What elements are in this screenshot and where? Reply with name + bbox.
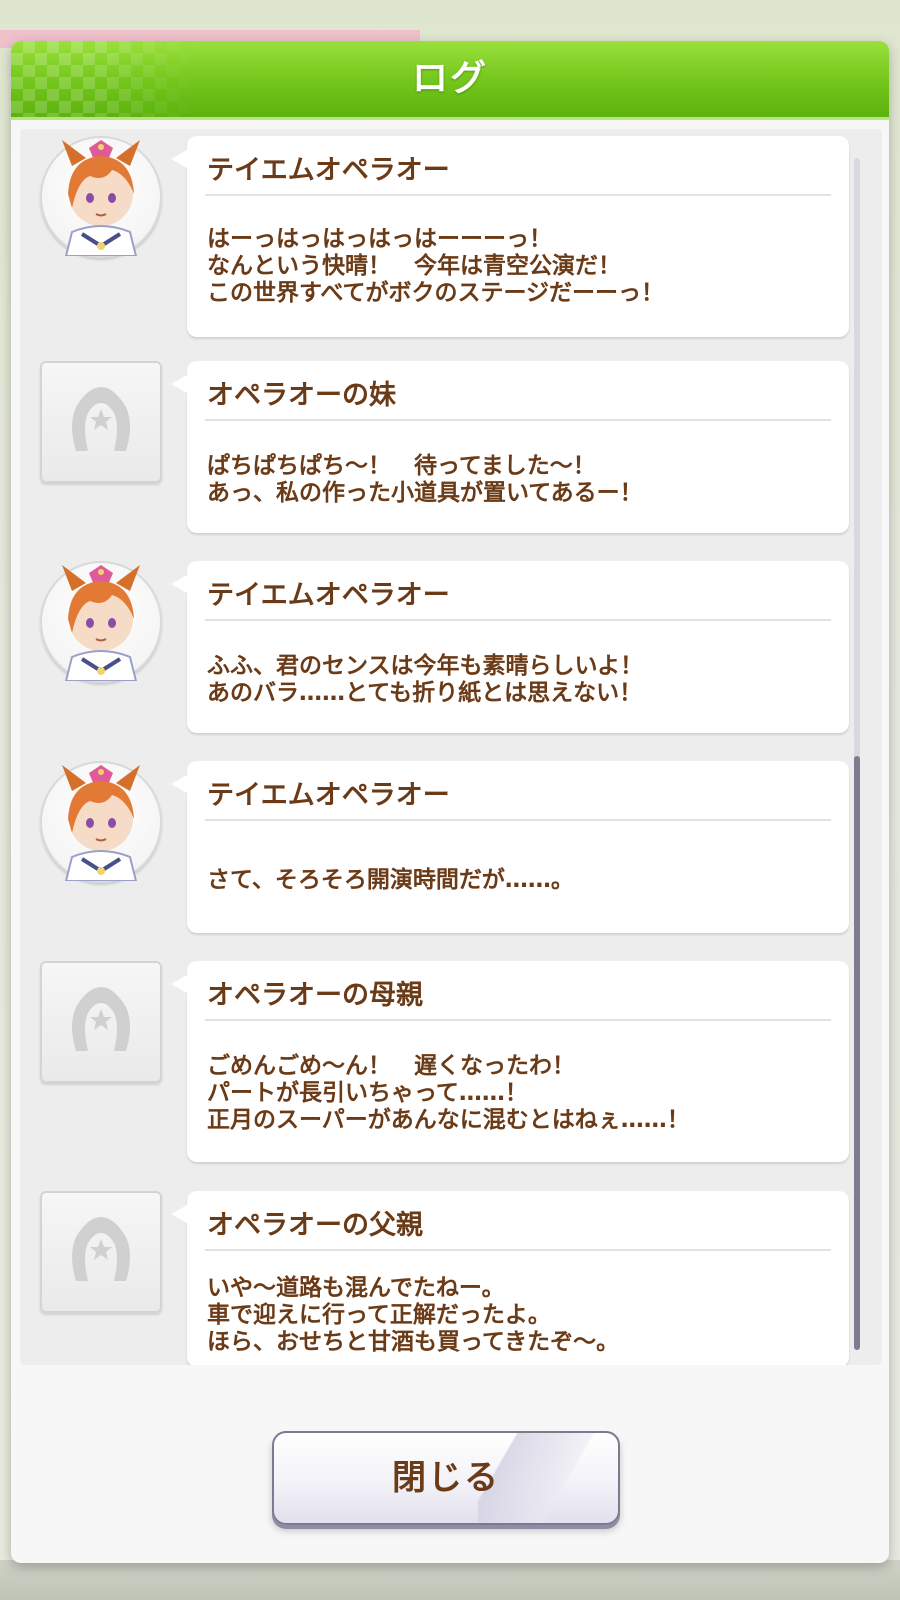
log-list: テイエムオペラオー はーっはっはっはっはーーーっ！ なんという快晴！ 今年は青空… xyxy=(20,129,882,1365)
message-line: この世界すべてがボクのステージだーーっ！ xyxy=(207,280,665,306)
placeholder-horseshoe-icon xyxy=(40,361,162,483)
log-entry: オペラオーの妹 ぱちぱちぱち～！ 待ってました～！ あっ、私の作った小道具が置い… xyxy=(20,361,850,541)
placeholder-horseshoe-icon xyxy=(40,961,162,1083)
speaker-name: テイエムオペラオー xyxy=(207,580,450,611)
log-entry: テイエムオペラオー ふふ、君のセンスは今年も素晴らしいよ！ あのバラ……とても折… xyxy=(20,561,850,741)
dialog-header: ログ xyxy=(11,41,889,120)
message-line: ふふ、君のセンスは今年も素晴らしいよ！ xyxy=(207,653,644,679)
message-line: ほら、おせちと甘酒も買ってきたぞ～。 xyxy=(207,1329,620,1355)
message-line: はーっはっはっはっはーーーっ！ xyxy=(207,226,552,252)
bubble-divider xyxy=(205,819,831,821)
close-button[interactable]: 閉じる xyxy=(272,1431,620,1525)
message-line: いや～道路も混んでたねー。 xyxy=(207,1275,505,1301)
message-line: さて、そろそろ開演時間だが……。 xyxy=(207,867,574,893)
log-dialog: ログ テイエムオペラオー はーっはっはっはっはーーーっ！ なんという快晴！ 今年… xyxy=(11,41,889,1563)
log-entry: オペラオーの父親 いや～道路も混んでたねー。 車で迎えに行って正解だったよ。 ほ… xyxy=(20,1191,850,1365)
message-line: パートが長引いちゃって……！ xyxy=(207,1080,528,1106)
close-button-label: 閉じる xyxy=(392,1458,500,1498)
message-line: なんという快晴！ 今年は青空公演だ！ xyxy=(207,253,621,279)
message-bubble: オペラオーの母親 ごめんごめ～ん！ 遅くなったわ！ パートが長引いちゃって……！… xyxy=(171,961,849,1162)
character-portrait-icon xyxy=(40,561,162,683)
bubble-divider xyxy=(205,419,831,421)
bubble-divider xyxy=(205,619,831,621)
scrollbar-thumb[interactable] xyxy=(854,756,860,1350)
message-line: ぱちぱちぱち～！ 待ってました～！ xyxy=(207,453,596,479)
message-bubble: テイエムオペラオー ふふ、君のセンスは今年も素晴らしいよ！ あのバラ……とても折… xyxy=(171,561,849,733)
speaker-name: テイエムオペラオー xyxy=(207,780,450,811)
placeholder-horseshoe-icon xyxy=(40,1191,162,1313)
bubble-divider xyxy=(205,1019,831,1021)
background-footer xyxy=(0,1560,900,1600)
speaker-name: オペラオーの父親 xyxy=(207,1210,423,1241)
character-portrait-icon xyxy=(40,761,162,883)
message-line: 正月のスーパーがあんなに混むとはねぇ……！ xyxy=(207,1107,690,1133)
message-bubble: オペラオーの父親 いや～道路も混んでたねー。 車で迎えに行って正解だったよ。 ほ… xyxy=(171,1191,849,1365)
message-bubble: オペラオーの妹 ぱちぱちぱち～！ 待ってました～！ あっ、私の作った小道具が置い… xyxy=(171,361,849,533)
bubble-divider xyxy=(205,1249,831,1251)
message-bubble: テイエムオペラオー はーっはっはっはっはーーーっ！ なんという快晴！ 今年は青空… xyxy=(171,136,849,337)
speaker-name: テイエムオペラオー xyxy=(207,155,450,186)
log-entry: オペラオーの母親 ごめんごめ～ん！ 遅くなったわ！ パートが長引いちゃって……！… xyxy=(20,961,850,1171)
log-entry: テイエムオペラオー さて、そろそろ開演時間だが……。 xyxy=(20,761,850,941)
speaker-name: オペラオーの妹 xyxy=(207,380,396,411)
message-line: 車で迎えに行って正解だったよ。 xyxy=(207,1302,551,1328)
log-panel[interactable]: テイエムオペラオー はーっはっはっはっはーーーっ！ なんという快晴！ 今年は青空… xyxy=(20,129,882,1365)
log-entry: テイエムオペラオー はーっはっはっはっはーーーっ！ なんという快晴！ 今年は青空… xyxy=(20,136,850,351)
bubble-divider xyxy=(205,194,831,196)
message-bubble: テイエムオペラオー さて、そろそろ開演時間だが……。 xyxy=(171,761,849,933)
dialog-title: ログ xyxy=(411,58,488,99)
message-line: ごめんごめ～ん！ 遅くなったわ！ xyxy=(207,1053,575,1079)
speaker-name: オペラオーの母親 xyxy=(207,980,423,1011)
character-portrait-icon xyxy=(40,136,162,258)
message-line: あっ、私の作った小道具が置いてあるー！ xyxy=(207,480,643,506)
message-line: あのバラ……とても折り紙とは思えない！ xyxy=(207,680,643,706)
